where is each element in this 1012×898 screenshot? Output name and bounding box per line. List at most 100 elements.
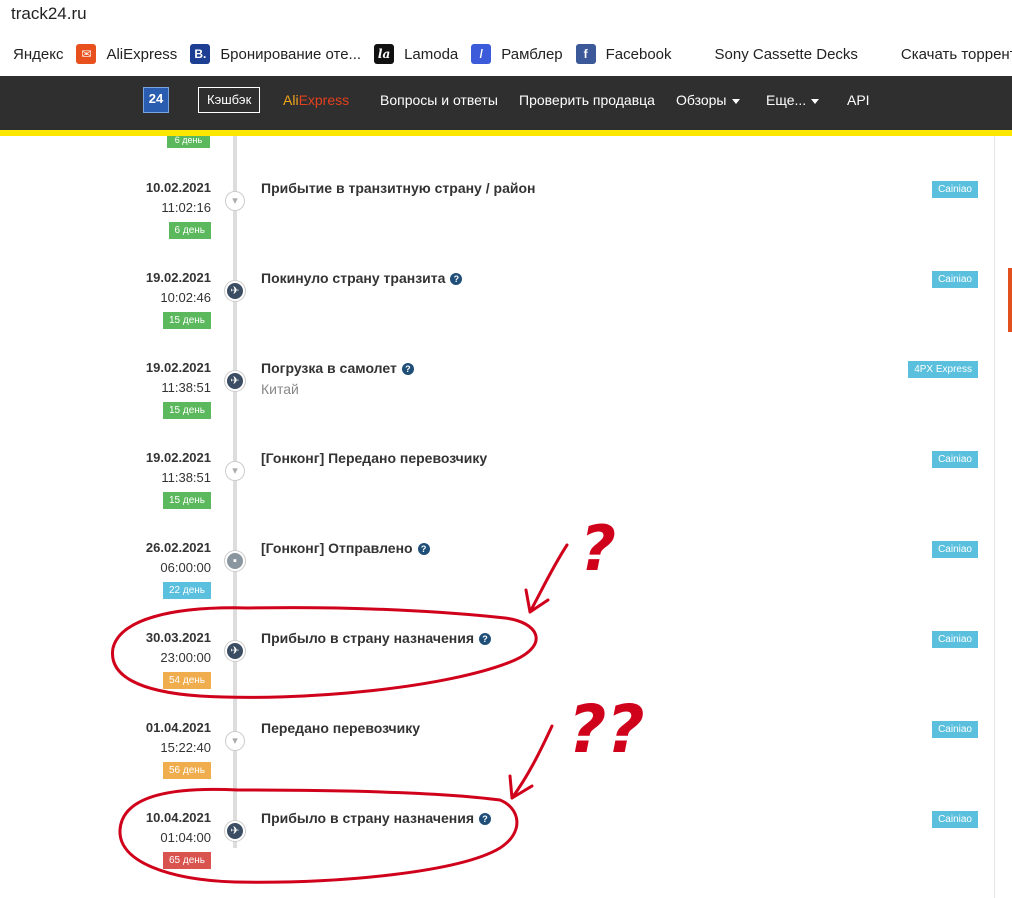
help-icon[interactable]: ? — [417, 543, 430, 555]
timeline-event: 26.02.2021 06:00:00 22 день ▪ [Гонконг] Отпр… — [100, 540, 990, 630]
track24-logo[interactable]: 24 — [143, 87, 169, 113]
nav-aliexpress[interactable]: AliExpress — [283, 92, 349, 108]
nav-aliexpress-part1: Ali — [283, 92, 299, 108]
bookmark-label: Sony Cassette Decks — [714, 45, 858, 63]
timeline-event: 01.04.2021 15:22:40 56 день ▾ Передано перев… — [100, 720, 990, 810]
sidebar-divider — [994, 136, 995, 898]
day-badge: 54 день — [162, 672, 211, 689]
carrier-badge: Cainiao — [932, 631, 978, 648]
bookmark-label: AliExpress — [106, 45, 178, 63]
bookmark-item[interactable]: ✉ AliExpress — [76, 44, 177, 64]
day-badge: 15 день — [162, 492, 211, 509]
timeline-event: 10.02.2021 11:02:16 6 день ▾ Прибытие в тран… — [100, 180, 990, 270]
event-title-text: Прибытие в транзитную страну / район — [261, 180, 536, 196]
torrent-star-icon: ★ — [875, 47, 887, 61]
nav-aliexpress-part2: Express — [298, 92, 350, 108]
event-title-text: Прибыло в страну назначения — [261, 810, 474, 826]
bookmark-item[interactable]: f Facebook — [575, 44, 672, 64]
event-title-text: [Гонконг] Отправлено — [261, 540, 413, 556]
nav-faq[interactable]: Вопросы и ответы — [380, 92, 498, 108]
bookmark-item[interactable]: ✎ Sony Cassette Decks — [685, 44, 858, 64]
event-location: Китай — [261, 381, 299, 397]
event-title: Покинуло страну транзита? — [261, 270, 463, 286]
event-time: 01:04:00 — [160, 830, 211, 845]
event-title-text: Прибыло в страну назначения — [261, 630, 474, 646]
carrier-badge: 4PX Express — [908, 361, 978, 378]
help-icon[interactable]: ? — [479, 633, 491, 645]
event-title: Погрузка в самолет? — [261, 360, 414, 376]
timeline-node: ▾ — [225, 191, 245, 211]
arrow-down-icon: ▾ — [232, 464, 238, 477]
site-header: 24 Кэшбэк AliExpress Вопросы и ответы Пр… — [0, 76, 1012, 130]
event-date: 19.02.2021 — [145, 270, 211, 285]
timeline-event: 19.02.2021 11:38:51 15 день ✈ Погрузка в сам… — [100, 360, 990, 450]
bookmark-item[interactable]: Яндекс — [13, 46, 63, 63]
bookmark-item[interactable]: la Lamoda — [374, 44, 458, 64]
carrier-badge: Cainiao — [932, 541, 978, 558]
plane-loading-icon: ✈ — [230, 374, 240, 387]
nav-more[interactable]: Еще... — [766, 92, 820, 108]
timeline-event: 10.04.2021 01:04:00 65 день ✈ Прибыло в стра… — [100, 810, 990, 898]
bookmark-label: Скачать торрент — [900, 45, 1012, 63]
timeline-event: 30.03.2021 23:00:00 54 день ✈ Прибыло в стра… — [100, 630, 990, 720]
bookmark-item[interactable]: B. Бронирование оте... — [190, 44, 361, 64]
day-badge: 22 день — [162, 582, 211, 599]
day-badge: 15 день — [162, 312, 211, 329]
nav-api[interactable]: API — [847, 92, 870, 108]
help-icon[interactable]: ? — [450, 273, 463, 285]
arrow-down-icon: ▾ — [232, 734, 238, 747]
event-time: 23:00:00 — [160, 650, 211, 665]
help-icon[interactable]: ? — [401, 363, 414, 375]
timeline-node: ✈ — [225, 641, 245, 661]
event-date: 26.02.2021 — [145, 540, 211, 555]
carrier-badge: Cainiao — [932, 721, 978, 738]
day-badge: 65 день — [162, 852, 211, 869]
lamoda-icon: la — [374, 44, 395, 64]
day-badge: 15 день — [162, 402, 211, 419]
event-time: 11:38:51 — [161, 380, 211, 395]
plane-landing-icon: ✈ — [230, 824, 240, 837]
carrier-badge: Cainiao — [932, 271, 978, 288]
bookmark-label: Яндекс — [13, 45, 64, 63]
event-date: 10.02.2021 — [145, 180, 211, 195]
timeline-node: ✈ — [225, 281, 245, 301]
bookmark-label: Lamoda — [404, 45, 459, 63]
rambler-icon: / — [471, 44, 492, 64]
carrier-badge: Cainiao — [932, 811, 978, 828]
timeline-event: 19.02.2021 11:38:51 15 день ▾ [Гонконг] Пере… — [100, 450, 990, 540]
bookmark-label: Рамблер — [501, 45, 563, 63]
event-time: 06:00:00 — [160, 560, 211, 575]
event-title-text: Погрузка в самолет — [261, 360, 397, 376]
day-badge: 6 день — [167, 136, 210, 148]
header-accent-stripe — [0, 130, 1012, 136]
bookmark-item[interactable]: / Рамблер — [471, 44, 563, 64]
url-text[interactable]: track24.ru — [11, 4, 87, 24]
chevron-down-icon — [811, 98, 820, 104]
bookmark-item[interactable]: ★ Скачать торрент — [871, 44, 1012, 64]
timeline-event: 19.02.2021 10:02:46 15 день ✈ Покинуло стран… — [100, 270, 990, 360]
day-badge: 56 день — [162, 762, 211, 779]
event-title: Прибыло в страну назначения? — [261, 630, 491, 646]
cashback-button[interactable]: Кэшбэк — [198, 87, 261, 113]
event-title-text: Передано перевозчику — [261, 720, 421, 736]
event-title-text: Покинуло страну транзита — [261, 270, 446, 286]
carrier-badge: Cainiao — [932, 451, 978, 468]
event-date: 19.02.2021 — [145, 360, 211, 375]
truck-icon: ▪ — [233, 554, 237, 567]
bookmark-label: Бронирование оте... — [220, 45, 362, 63]
nav-reviews[interactable]: Обзоры — [676, 92, 740, 108]
arrow-down-icon: ▾ — [232, 194, 238, 207]
bookmark-label: Facebook — [605, 45, 672, 63]
event-time: 10:02:46 — [160, 290, 211, 305]
timeline-node: ▪ — [225, 551, 245, 571]
nav-check-seller[interactable]: Проверить продавца — [519, 92, 655, 108]
bookmarks-bar: Яндекс ✉ AliExpress B. Бронирование оте... la… — [0, 38, 1012, 70]
nav-reviews-label: Обзоры — [676, 92, 727, 108]
browser-url-bar[interactable]: track24.ru — [0, 0, 1012, 34]
event-title: [Гонконг] Отправлено? — [261, 540, 430, 556]
event-date: 10.04.2021 — [145, 810, 211, 825]
day-badge: 6 день — [168, 222, 211, 239]
booking-icon: B. — [190, 44, 211, 64]
help-icon[interactable]: ? — [479, 813, 491, 825]
event-time: 15:22:40 — [160, 740, 211, 755]
